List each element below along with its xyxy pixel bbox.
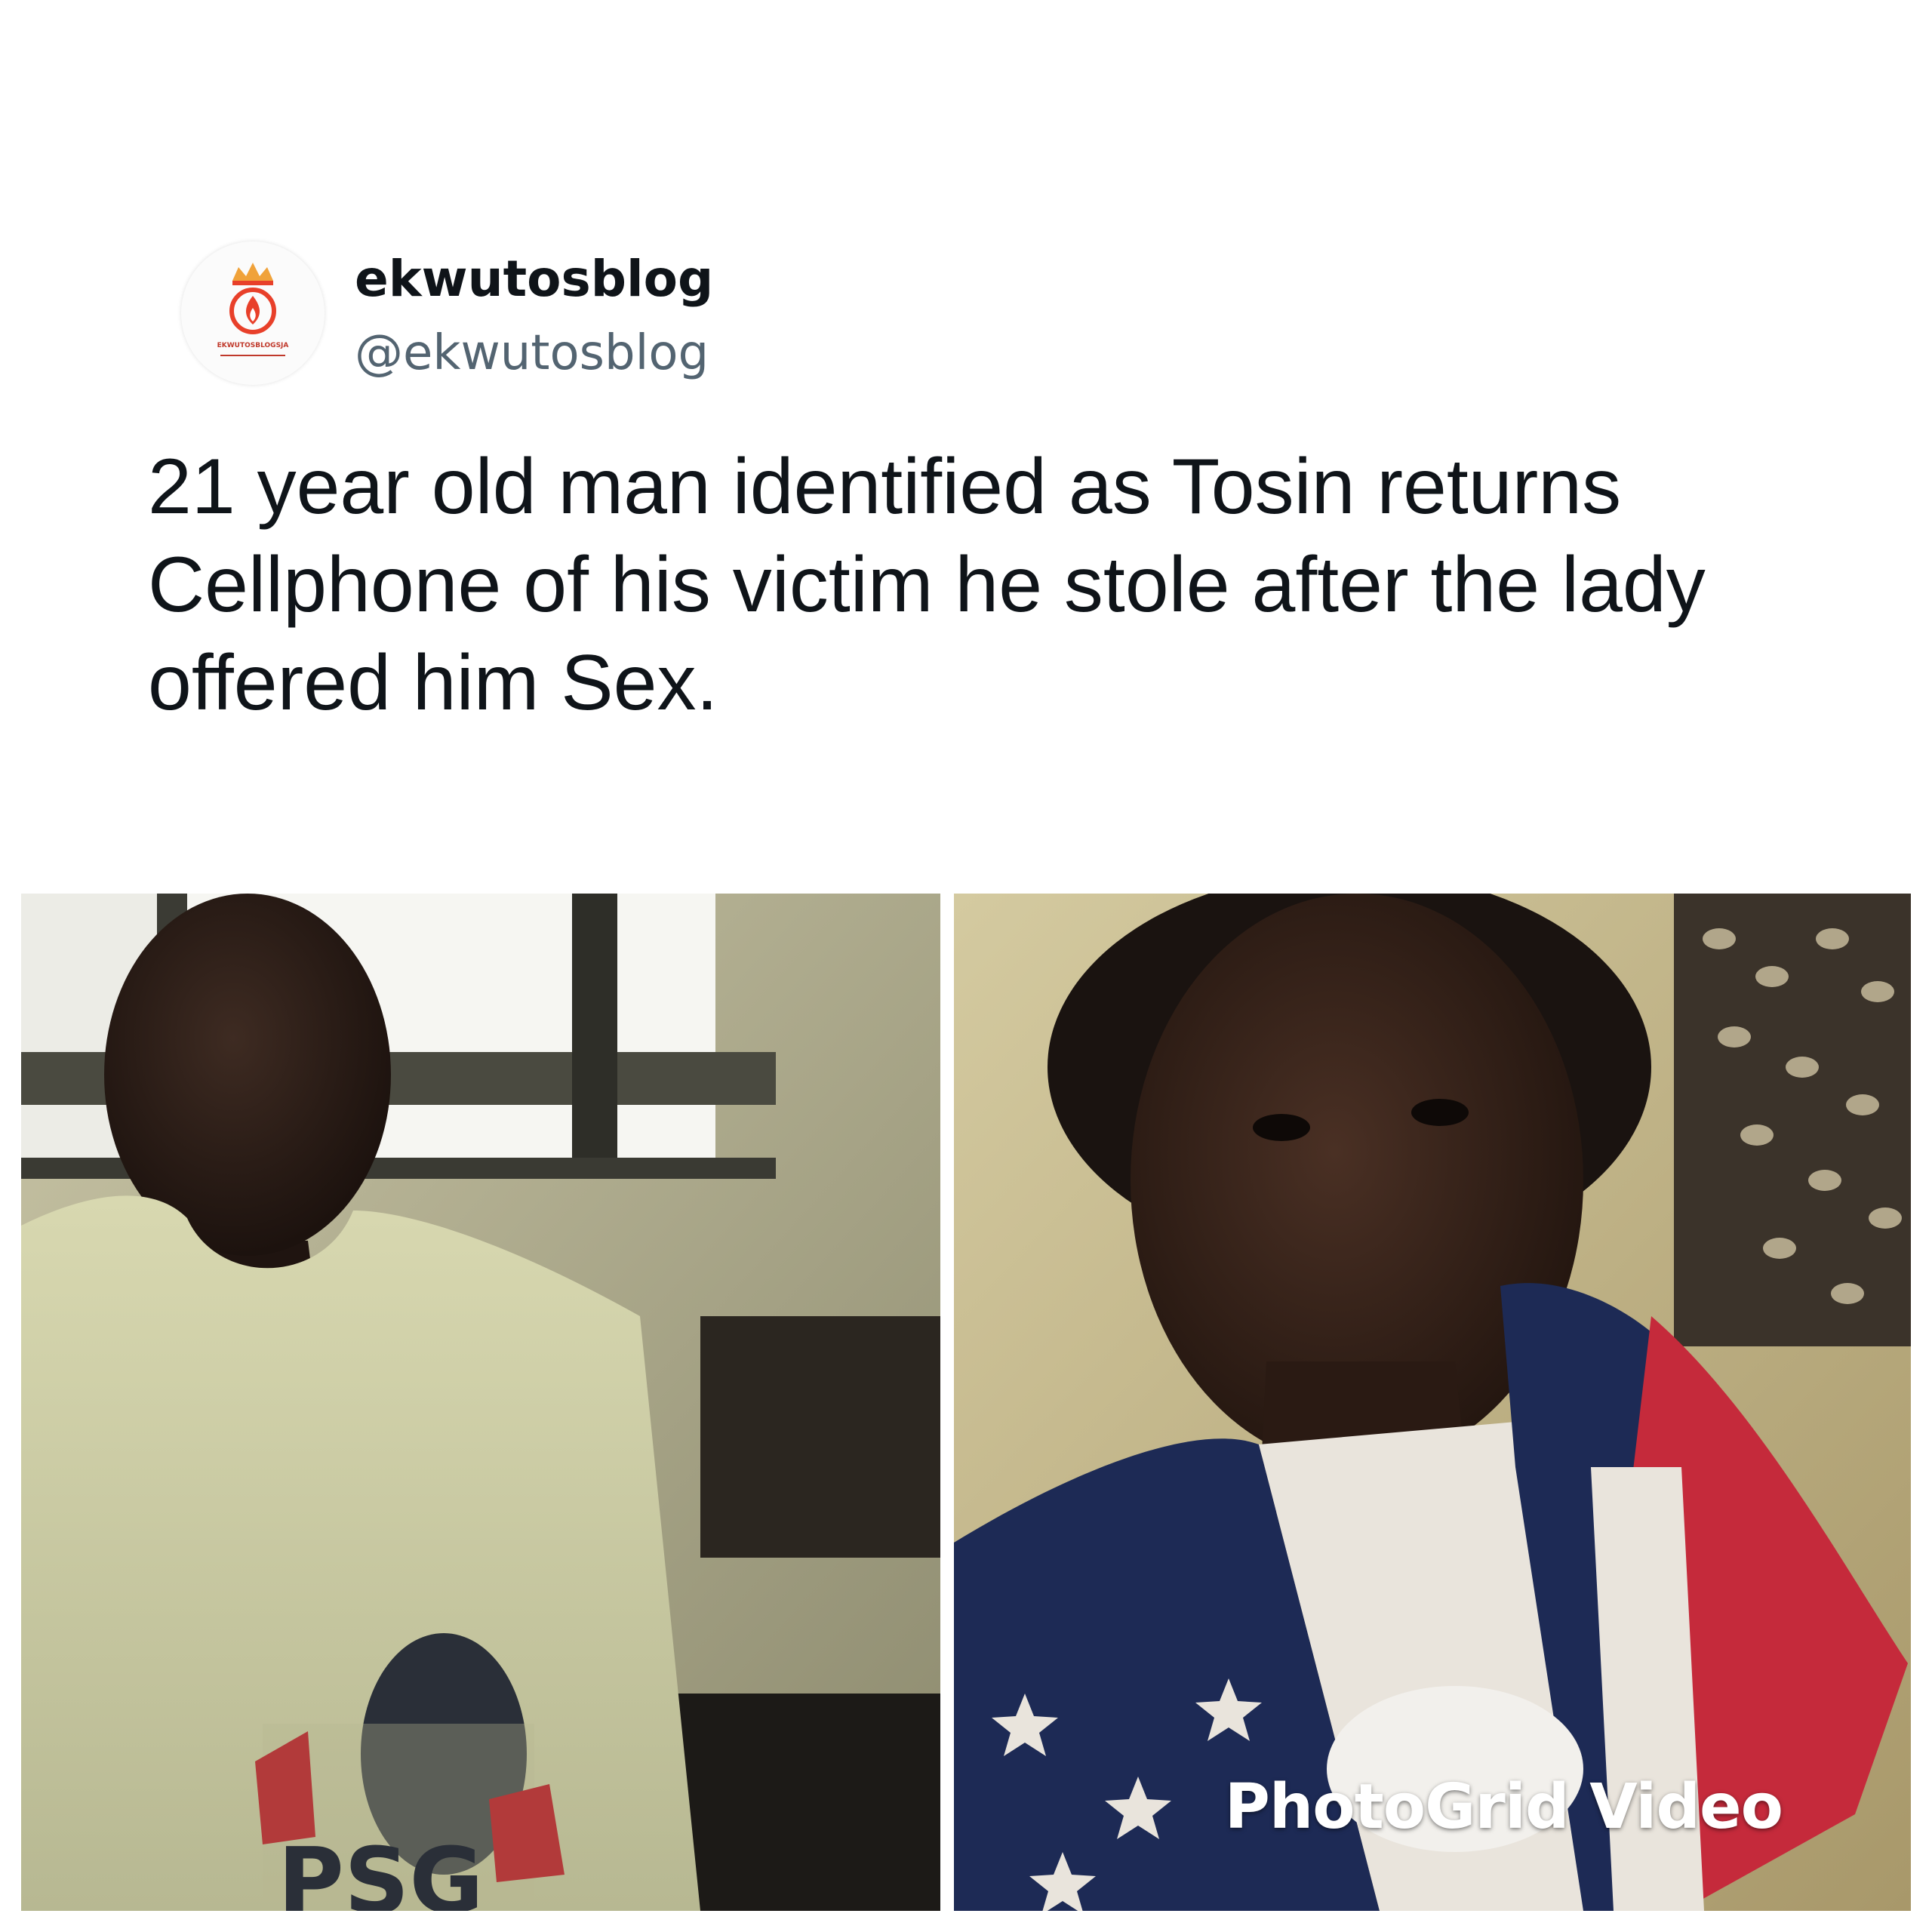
tweet-header: EKWUTOSBLOGSJA ekwutosblog @ekwutosblog: [181, 242, 1238, 408]
shirt-print-text: PSG: [278, 1829, 484, 1911]
tweet-media[interactable]: PSG PhotoGrid Video: [21, 894, 1911, 1911]
left-photo: PSG: [21, 894, 940, 1911]
tweet-text: 21 year old man identified as Tosin retu…: [148, 443, 1706, 727]
photo-collage: PSG: [21, 894, 1911, 1911]
svg-text:EKWUTOSBLOGSJA: EKWUTOSBLOGSJA: [217, 342, 289, 349]
avatar[interactable]: EKWUTOSBLOGSJA: [181, 242, 325, 385]
ekwutosblog-logo-icon: EKWUTOSBLOGSJA: [217, 263, 289, 356]
author-handle[interactable]: @ekwutosblog: [355, 323, 709, 383]
photogrid-watermark: PhotoGrid Video: [1224, 1771, 1783, 1843]
author-display-name[interactable]: ekwutosblog: [355, 249, 713, 309]
right-photo: [954, 894, 1911, 1911]
